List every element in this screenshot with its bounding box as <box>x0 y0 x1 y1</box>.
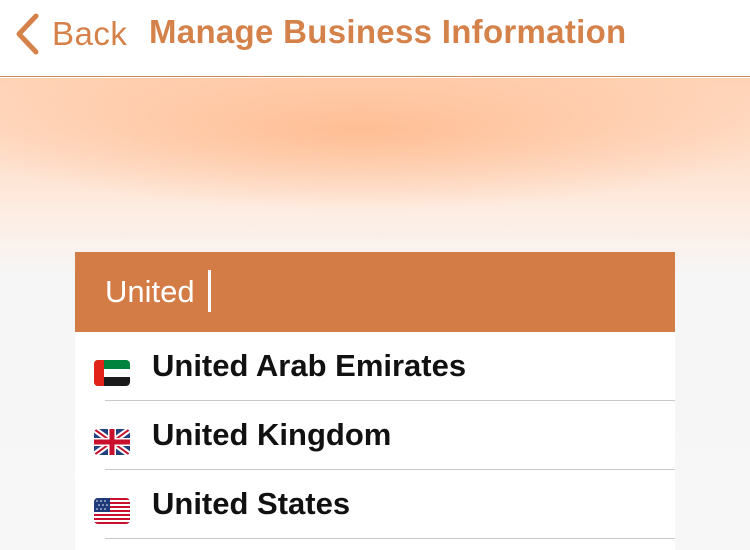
back-label: Back <box>52 15 128 52</box>
chevron-left-icon <box>16 13 39 55</box>
divider <box>105 538 675 539</box>
result-item-united-states[interactable]: United States <box>75 470 675 539</box>
country-name: United States <box>152 486 351 521</box>
country-search-panel: United United Arab Emirates United Kingd… <box>75 252 675 550</box>
search-input-value: United <box>105 274 195 309</box>
result-item-united-kingdom[interactable]: United Kingdom <box>75 401 675 470</box>
page-title: Manage Business Information <box>149 13 627 50</box>
country-name: United Arab Emirates <box>152 348 467 383</box>
uae-flag-icon <box>94 360 130 386</box>
country-search-input[interactable]: United <box>75 252 675 332</box>
back-button[interactable]: Back <box>14 10 127 58</box>
navigation-bar: Back Manage Business Information <box>0 0 750 77</box>
uk-flag-icon <box>94 429 130 455</box>
us-flag-icon <box>94 498 130 524</box>
text-caret <box>208 270 211 312</box>
result-item-united-arab-emirates[interactable]: United Arab Emirates <box>75 332 675 401</box>
country-name: United Kingdom <box>152 417 392 452</box>
